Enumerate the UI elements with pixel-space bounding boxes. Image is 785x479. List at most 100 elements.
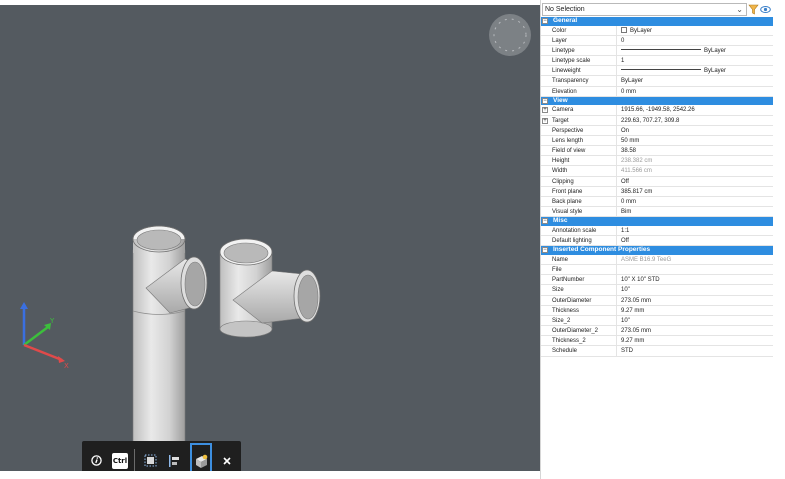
property-value[interactable]: Off <box>618 177 774 187</box>
property-name: Layer <box>551 35 617 46</box>
property-row[interactable]: File <box>541 264 774 276</box>
property-value[interactable]: ASME B16.9 TeeG <box>618 255 774 265</box>
property-row[interactable]: Height 238.382 cm <box>541 156 774 167</box>
property-row[interactable]: Linetype ByLayer <box>541 45 774 57</box>
property-row[interactable]: PartNumber 10" X 10" STD <box>541 275 774 286</box>
property-row[interactable]: Color ByLayer <box>541 25 774 36</box>
property-value[interactable]: 9.27 mm <box>618 306 774 316</box>
property-row[interactable]: Front plane 385.817 cm <box>541 186 774 197</box>
collapse-toggle-icon[interactable]: − <box>542 218 548 225</box>
pipe-assembly-left[interactable] <box>132 225 208 471</box>
property-row[interactable]: Lens length 50 mm <box>541 135 774 147</box>
property-row[interactable]: Lineweight ByLayer <box>541 66 774 77</box>
chevron-down-icon[interactable]: ⌄ <box>736 4 743 15</box>
collapse-toggle-icon[interactable]: − <box>542 97 548 104</box>
property-row[interactable]: Layer 0 <box>541 35 774 46</box>
info-icon[interactable] <box>88 441 104 471</box>
property-value[interactable] <box>618 265 774 275</box>
property-row[interactable]: Name ASME B16.9 TeeG <box>541 254 774 265</box>
property-value[interactable]: 411.566 cm <box>618 166 774 176</box>
eye-icon[interactable] <box>760 4 771 15</box>
property-value[interactable]: 50 mm <box>618 136 774 146</box>
property-row[interactable]: Elevation 0 mm <box>541 86 774 97</box>
quick-select-icon[interactable] <box>748 4 759 15</box>
navigation-wheel-icon[interactable] <box>488 13 532 57</box>
property-row[interactable]: Clipping Off <box>541 176 774 187</box>
property-value[interactable]: 38.58 <box>618 146 774 156</box>
property-row[interactable]: Default lighting Off <box>541 236 774 247</box>
close-icon[interactable] <box>218 441 236 471</box>
selection-dropdown-value: No Selection <box>545 6 585 13</box>
property-row[interactable]: Thickness 9.27 mm <box>541 305 774 316</box>
align-icon[interactable] <box>164 441 184 471</box>
category-header[interactable]: − Misc <box>541 217 774 226</box>
property-row[interactable]: Size_2 10" <box>541 315 774 327</box>
property-value[interactable]: ByLayer <box>618 76 774 86</box>
property-row[interactable]: + Camera 1915.66, -1949.58, 2542.26 <box>541 105 774 116</box>
property-value[interactable]: 1915.66, -1949.58, 2542.26 <box>618 105 774 115</box>
property-value[interactable]: 385.817 cm <box>618 187 774 197</box>
property-value[interactable]: 1 <box>618 56 774 66</box>
property-row[interactable]: Size 10" <box>541 285 774 296</box>
property-row[interactable]: OuterDiameter 273.05 mm <box>541 295 774 306</box>
property-value[interactable]: 0 <box>618 36 774 46</box>
property-value[interactable]: Bim <box>618 207 774 217</box>
property-row[interactable]: Schedule STD <box>541 346 774 357</box>
pipe-model[interactable]: Y X <box>0 5 540 471</box>
property-value[interactable]: 273.05 mm <box>618 296 774 306</box>
panel-scrollbar[interactable] <box>773 0 785 479</box>
category-header[interactable]: − Inserted Component Properties <box>541 246 774 255</box>
insert-component-icon[interactable] <box>188 441 214 471</box>
expand-toggle-icon[interactable]: + <box>542 117 548 124</box>
category-header[interactable]: − General <box>541 17 774 26</box>
property-value[interactable]: 0 mm <box>618 197 774 207</box>
property-name: Default lighting <box>551 236 617 247</box>
property-name: Perspective <box>551 125 617 136</box>
property-row[interactable]: Linetype scale 1 <box>541 56 774 67</box>
property-row[interactable]: + Target 229.63, 707.27, 309.8 <box>541 115 774 126</box>
ctrl-key-button[interactable]: Ctrl <box>110 441 130 471</box>
property-row[interactable]: Back plane 0 mm <box>541 197 774 208</box>
property-row[interactable]: Transparency ByLayer <box>541 76 774 87</box>
property-value[interactable]: 273.05 mm <box>618 326 774 336</box>
property-value[interactable]: 10" <box>618 316 774 326</box>
property-row[interactable]: Annotation scale 1:1 <box>541 225 774 237</box>
property-row[interactable]: Perspective On <box>541 125 774 136</box>
property-value[interactable]: Off <box>618 236 774 246</box>
property-value[interactable]: ByLayer <box>618 46 774 56</box>
property-value-text: 1915.66, -1949.58, 2542.26 <box>621 107 695 114</box>
property-row[interactable]: Field of view 38.58 <box>541 146 774 157</box>
collapse-toggle-icon[interactable]: − <box>542 18 548 24</box>
selection-dropdown[interactable]: No Selection ⌄ <box>542 3 747 16</box>
property-name: Clipping <box>551 176 617 187</box>
property-name: Linetype scale <box>551 56 617 67</box>
property-value[interactable]: 0 mm <box>618 87 774 97</box>
property-value[interactable]: On <box>618 126 774 136</box>
property-value[interactable]: 229.63, 707.27, 309.8 <box>618 116 774 126</box>
property-value-text: 273.05 mm <box>621 328 652 335</box>
property-value[interactable]: ByLayer <box>618 26 774 36</box>
select-icon[interactable] <box>140 441 160 471</box>
property-name: File <box>551 264 617 275</box>
property-value-text: 9.27 mm <box>621 338 645 345</box>
category-header[interactable]: − View <box>541 96 774 106</box>
property-value[interactable]: ByLayer <box>618 66 774 76</box>
property-row[interactable]: OuterDiameter_2 273.05 mm <box>541 326 774 337</box>
collapse-toggle-icon[interactable]: − <box>542 247 548 254</box>
property-value[interactable]: STD <box>618 346 774 356</box>
property-value[interactable]: 238.382 cm <box>618 156 774 166</box>
property-value[interactable]: 10" <box>618 285 774 295</box>
tee-component-right[interactable] <box>219 238 321 338</box>
property-name: Camera <box>551 105 617 116</box>
model-viewport[interactable]: Y X Ctrl <box>0 5 540 471</box>
property-row[interactable]: Width 411.566 cm <box>541 166 774 177</box>
expand-toggle-icon[interactable]: + <box>542 107 548 114</box>
property-value[interactable]: 9.27 mm <box>618 336 774 346</box>
property-value[interactable]: 1:1 <box>618 226 774 236</box>
category-title: Misc <box>553 217 568 225</box>
property-row[interactable]: Visual style Bim <box>541 207 774 218</box>
property-value[interactable]: 10" X 10" STD <box>618 275 774 285</box>
property-value-text: 238.382 cm <box>621 158 653 165</box>
property-name: Front plane <box>551 186 617 197</box>
property-row[interactable]: Thickness_2 9.27 mm <box>541 336 774 347</box>
